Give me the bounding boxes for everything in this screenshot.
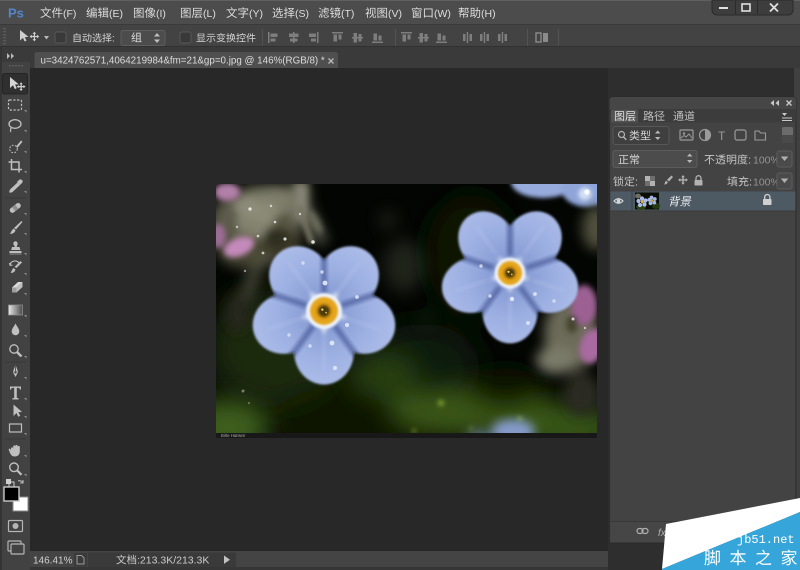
svg-text:100%: 100%: [753, 177, 780, 189]
svg-text:u=3424762571,4064219984&fm=21&: u=3424762571,4064219984&fm=21&gp=0.jpg @…: [41, 56, 325, 67]
svg-text:(S): (S): [295, 8, 309, 20]
svg-text:T: T: [718, 129, 726, 143]
svg-text:Ps: Ps: [8, 6, 24, 21]
svg-text:(H): (H): [481, 8, 496, 20]
svg-text::: :: [748, 155, 751, 167]
svg-text:(F): (F): [63, 8, 76, 20]
svg-text::: :: [635, 177, 638, 189]
svg-text:(I): (I): [156, 8, 166, 20]
svg-text:100%: 100%: [753, 155, 780, 167]
svg-text:(W): (W): [434, 8, 451, 20]
svg-text:Birte Hansen: Birte Hansen: [221, 433, 246, 438]
svg-text::213.3K/213.3K: :213.3K/213.3K: [137, 555, 209, 567]
svg-text:(T): (T): [341, 8, 354, 20]
svg-text:(L): (L): [203, 8, 216, 20]
svg-text:(Y): (Y): [249, 8, 263, 20]
svg-text:jb51.net: jb51.net: [737, 533, 795, 547]
svg-text:(E): (E): [109, 8, 123, 20]
svg-text:146.41%: 146.41%: [33, 556, 73, 567]
svg-text::: :: [749, 177, 752, 189]
svg-text::: :: [112, 34, 115, 45]
svg-text:(V): (V): [388, 8, 402, 20]
